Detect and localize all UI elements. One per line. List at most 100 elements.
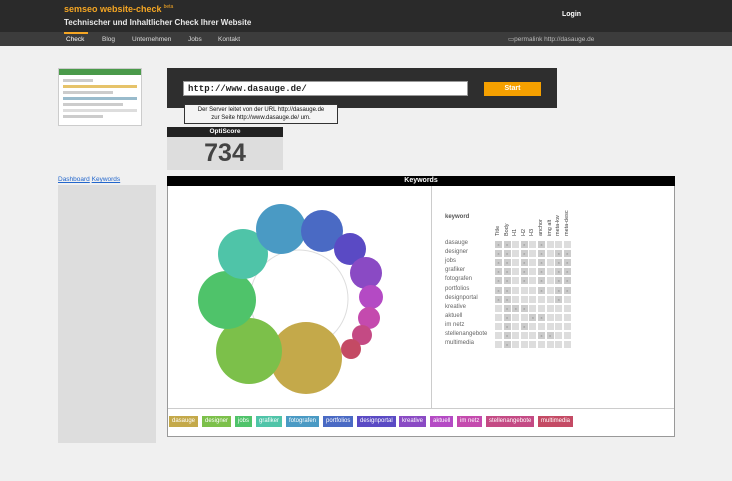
permalink-link[interactable]: ▭permalink http://dasauge.de <box>508 35 594 43</box>
keyword-cell: x <box>563 286 571 294</box>
bubble-kreative[interactable] <box>350 257 382 289</box>
login-link[interactable]: Login <box>562 11 581 18</box>
keyword-cell: x <box>555 268 563 276</box>
keyword-cell: x <box>495 277 502 285</box>
keyword-cell <box>529 277 537 285</box>
keyword-cell <box>555 322 563 330</box>
keyword-row-label: aktuell <box>445 312 463 319</box>
nav-active-indicator <box>64 32 88 34</box>
nav-item-blog[interactable]: Blog <box>102 36 115 43</box>
keyword-cell <box>512 259 520 267</box>
keyword-cell: x <box>563 268 571 276</box>
keyword-cell <box>529 322 537 330</box>
column-header-title: Title <box>495 225 501 236</box>
sidebar-links: Dashboard Keywords <box>58 176 120 183</box>
bubble-multimedia[interactable] <box>341 339 361 359</box>
nav-item-jobs[interactable]: Jobs <box>188 36 202 43</box>
keyword-cell <box>529 341 537 349</box>
sidebar-link-dashboard[interactable]: Dashboard <box>58 176 90 183</box>
keyword-cell: x <box>503 259 511 267</box>
keyword-cell <box>495 322 502 330</box>
keyword-cell <box>546 304 554 312</box>
optiscore-value: 734 <box>204 139 246 167</box>
keyword-row-label: im netz <box>445 321 465 328</box>
nav-item-kontakt[interactable]: Kontakt <box>218 36 240 43</box>
sidebar-link-keywords[interactable]: Keywords <box>92 176 121 183</box>
keyword-cell <box>546 313 554 321</box>
keyword-cell <box>529 268 537 276</box>
legend-item-stellenangebote[interactable]: stellenangebote <box>486 416 535 427</box>
keyword-cell <box>546 341 554 349</box>
keyword-cell: x <box>503 268 511 276</box>
nav-item-unternehmen[interactable]: Unternehmen <box>132 36 171 43</box>
bubble-fotografen[interactable] <box>256 204 306 254</box>
keyword-cell <box>555 313 563 321</box>
keyword-row-label: designer <box>445 249 469 256</box>
keyword-cell <box>546 277 554 285</box>
panel-divider-horizontal <box>168 408 674 409</box>
keyword-cell <box>495 341 502 349</box>
legend-item-im-netz[interactable]: im netz <box>457 416 483 427</box>
keyword-cell <box>529 295 537 303</box>
legend-item-jobs[interactable]: jobs <box>235 416 253 427</box>
keyword-cell <box>555 304 563 312</box>
keyword-row-label: dasauge <box>445 240 469 246</box>
keyword-cell <box>546 268 554 276</box>
keyword-row-label: jobs <box>445 258 457 265</box>
keyword-cell <box>563 313 571 321</box>
legend-item-portfolios[interactable]: portfolios <box>323 416 354 427</box>
keyword-cell <box>563 341 571 349</box>
keyword-cell: x <box>538 268 545 276</box>
keyword-cell <box>512 313 520 321</box>
keyword-cell <box>520 295 528 303</box>
brand-logo[interactable]: semseo website-check beta <box>64 4 173 14</box>
keyword-cell <box>495 304 502 312</box>
keyword-cell: x <box>538 313 545 321</box>
keyword-cell <box>529 304 537 312</box>
nav-item-check[interactable]: Check <box>66 36 84 43</box>
legend-item-grafiker[interactable]: grafiker <box>256 416 283 427</box>
keyword-cell <box>520 313 528 321</box>
legend-item-kreative[interactable]: kreative <box>399 416 427 427</box>
keyword-cell <box>512 332 520 339</box>
legend-item-multimedia[interactable]: multimedia <box>538 416 574 427</box>
column-header-h2: H2 <box>520 228 527 236</box>
bubble-aktuell[interactable] <box>359 285 383 309</box>
keyword-row-label: stellenangebote <box>445 331 488 337</box>
keyword-cell: x <box>546 332 554 339</box>
keyword-cell: x <box>503 250 511 258</box>
keyword-row-label: multimedia <box>445 340 475 347</box>
keyword-cell <box>520 332 528 339</box>
column-header-anchor: anchor <box>538 219 544 236</box>
keyword-cell: x <box>503 295 511 303</box>
keyword-cell: x <box>503 304 511 312</box>
keyword-cell: x <box>555 259 563 267</box>
keyword-cell <box>512 295 520 303</box>
keyword-cell <box>546 241 554 248</box>
keyword-cell: x <box>520 304 528 312</box>
keyword-cell <box>512 241 520 248</box>
legend-item-aktuell[interactable]: aktuell <box>430 416 454 427</box>
legend-item-fotografen[interactable]: fotografen <box>286 416 320 427</box>
column-header-img-alt: img alt <box>546 219 553 236</box>
keyword-cell: x <box>563 259 571 267</box>
keyword-cell: x <box>555 286 563 294</box>
keyword-row-label: portfolios <box>445 285 470 292</box>
legend-item-designer[interactable]: designer <box>202 416 232 427</box>
keyword-cell <box>555 332 563 339</box>
permalink-text: permalink http://dasauge.de <box>514 36 595 43</box>
keyword-cell: x <box>538 241 545 248</box>
panel-divider-vertical <box>431 186 432 408</box>
keyword-cell: x <box>538 277 545 285</box>
legend-item-designportal[interactable]: designportal <box>357 416 396 427</box>
keyword-row-label: kreative <box>445 303 467 310</box>
keyword-cell: x <box>503 332 511 339</box>
bubble-jobs[interactable] <box>198 271 256 329</box>
keyword-cell <box>555 341 563 349</box>
keyword-cell: x <box>529 313 537 321</box>
legend-item-dasauge[interactable]: dasauge <box>169 416 199 427</box>
url-input[interactable]: http://www.dasauge.de/ <box>183 81 468 96</box>
keyword-cell: x <box>538 286 545 294</box>
start-button[interactable]: Start <box>484 82 541 96</box>
keyword-cell <box>529 250 537 258</box>
